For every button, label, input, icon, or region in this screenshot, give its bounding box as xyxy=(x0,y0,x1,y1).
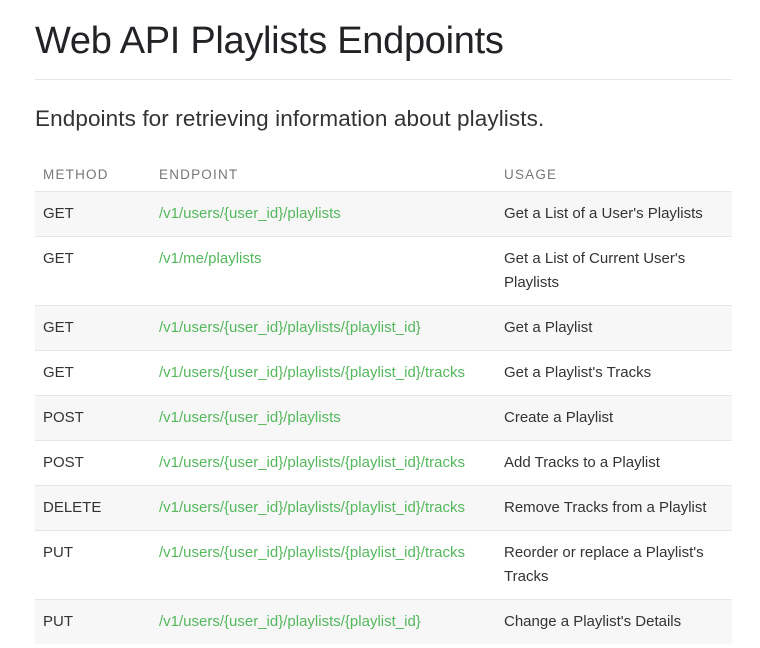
table-row: POST /v1/users/{user_id}/playlists Creat… xyxy=(35,395,732,441)
table-row: GET /v1/users/{user_id}/playlists/{playl… xyxy=(35,305,732,351)
endpoint-link[interactable]: /v1/users/{user_id}/playlists/{playlist_… xyxy=(159,544,465,561)
usage-cell: Change a Playlist's Details xyxy=(496,599,732,644)
method-cell: DELETE xyxy=(35,485,151,531)
endpoint-link[interactable]: /v1/users/{user_id}/playlists xyxy=(159,409,341,426)
lead-text: Endpoints for retrieving information abo… xyxy=(35,106,545,131)
usage-cell: Get a Playlist's Tracks xyxy=(496,350,732,396)
endpoint-link[interactable]: /v1/me/playlists xyxy=(159,250,262,267)
content: Web API Playlists Endpoints Endpoints fo… xyxy=(35,0,732,644)
usage-cell: Get a List of Current User's Playlists xyxy=(496,236,732,306)
header-endpoint: ENDPOINT xyxy=(159,167,239,182)
table-row: GET /v1/me/playlists Get a List of Curre… xyxy=(35,236,732,306)
endpoint-link[interactable]: /v1/users/{user_id}/playlists xyxy=(159,205,341,222)
table-row: GET /v1/users/{user_id}/playlists Get a … xyxy=(35,191,732,237)
usage-cell: Get a Playlist xyxy=(496,305,732,351)
page-title: Web API Playlists Endpoints xyxy=(35,20,504,62)
endpoint-link[interactable]: /v1/users/{user_id}/playlists/{playlist_… xyxy=(159,319,421,336)
usage-cell: Get a List of a User's Playlists xyxy=(496,191,732,237)
header-row: METHOD ENDPOINT USAGE xyxy=(35,154,732,192)
method-cell: PUT xyxy=(35,530,151,600)
method-cell: POST xyxy=(35,395,151,441)
usage-cell: Create a Playlist xyxy=(496,395,732,441)
method-cell: GET xyxy=(35,191,151,237)
endpoint-link[interactable]: /v1/users/{user_id}/playlists/{playlist_… xyxy=(159,364,465,381)
header-method: METHOD xyxy=(43,167,109,182)
table-row: PUT /v1/users/{user_id}/playlists/{playl… xyxy=(35,599,732,644)
endpoint-link[interactable]: /v1/users/{user_id}/playlists/{playlist_… xyxy=(159,613,421,630)
endpoint-link[interactable]: /v1/users/{user_id}/playlists/{playlist_… xyxy=(159,454,465,471)
table-body: GET /v1/users/{user_id}/playlists Get a … xyxy=(35,191,732,644)
usage-cell: Reorder or replace a Playlist's Tracks xyxy=(496,530,732,600)
method-cell: POST xyxy=(35,440,151,486)
method-cell: GET xyxy=(35,350,151,396)
endpoint-cell: /v1/users/{user_id}/playlists/{playlist_… xyxy=(151,305,496,351)
table-header: METHOD ENDPOINT USAGE xyxy=(35,154,732,192)
endpoint-cell: /v1/users/{user_id}/playlists/{playlist_… xyxy=(151,350,496,396)
endpoint-link[interactable]: /v1/users/{user_id}/playlists/{playlist_… xyxy=(159,499,465,516)
usage-cell: Remove Tracks from a Playlist xyxy=(496,485,732,531)
endpoint-cell: /v1/users/{user_id}/playlists/{playlist_… xyxy=(151,530,496,600)
endpoint-cell: /v1/me/playlists xyxy=(151,236,496,306)
endpoint-cell: /v1/users/{user_id}/playlists/{playlist_… xyxy=(151,599,496,644)
method-cell: PUT xyxy=(35,599,151,644)
endpoint-cell: /v1/users/{user_id}/playlists/{playlist_… xyxy=(151,440,496,486)
method-cell: GET xyxy=(35,305,151,351)
method-cell: GET xyxy=(35,236,151,306)
endpoint-cell: /v1/users/{user_id}/playlists xyxy=(151,191,496,237)
table-row: DELETE /v1/users/{user_id}/playlists/{pl… xyxy=(35,485,732,531)
endpoint-cell: /v1/users/{user_id}/playlists xyxy=(151,395,496,441)
endpoint-cell: /v1/users/{user_id}/playlists/{playlist_… xyxy=(151,485,496,531)
header-usage: USAGE xyxy=(504,167,558,182)
usage-cell: Add Tracks to a Playlist xyxy=(496,440,732,486)
table-row: PUT /v1/users/{user_id}/playlists/{playl… xyxy=(35,530,732,600)
table-row: POST /v1/users/{user_id}/playlists/{play… xyxy=(35,440,732,486)
endpoints-table: METHOD ENDPOINT USAGE GET /v1/users/{use… xyxy=(35,154,732,644)
table-row: GET /v1/users/{user_id}/playlists/{playl… xyxy=(35,350,732,396)
